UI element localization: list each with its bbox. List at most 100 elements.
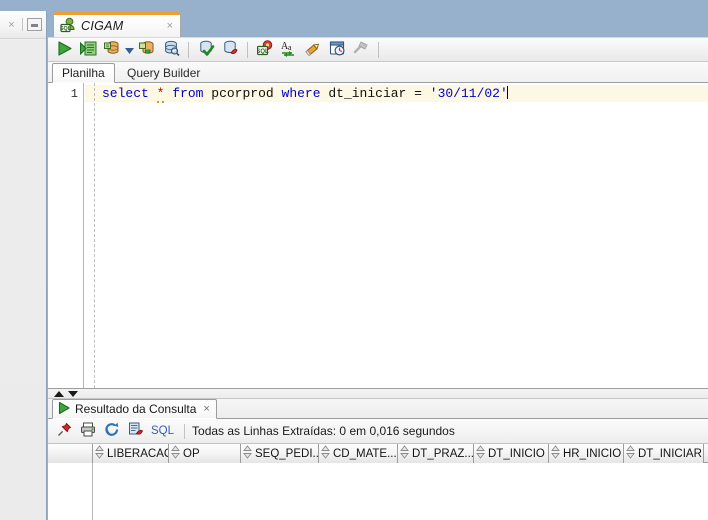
- connection-tab-label: CIGAM: [81, 19, 124, 33]
- sql-history-button[interactable]: SQL: [254, 39, 276, 60]
- results-tab-bar: Resultado da Consulta ×: [48, 399, 708, 419]
- text-caret: [506, 86, 508, 99]
- pencil-icon: [304, 40, 322, 60]
- editor-tab-bar: Planilha Query Builder: [48, 62, 708, 83]
- grid-column-header-label: SEQ_PEDI...: [255, 447, 319, 460]
- minimize-restore-icon[interactable]: [27, 18, 42, 31]
- sql-token-kw: where: [281, 86, 321, 101]
- sql-token-ident: dt_iniciar: [328, 86, 407, 101]
- database-rollback-icon: [138, 40, 156, 60]
- grid-column-header[interactable]: CD_MATE...: [319, 444, 398, 463]
- grid-column-header-label: LIBERACAO: [107, 447, 169, 460]
- pin-button[interactable]: [52, 420, 76, 442]
- database-commit-icon: [103, 40, 121, 60]
- highlight-button[interactable]: [302, 39, 324, 60]
- toolbar-separator: [188, 41, 189, 58]
- sort-updown-icon: [626, 445, 635, 462]
- sql-editor[interactable]: 1 select * from pcorprod where dt_inicia…: [48, 83, 708, 388]
- svg-text:SQL: SQL: [60, 26, 72, 32]
- tab-query-builder[interactable]: Query Builder: [118, 63, 209, 83]
- results-grid-body[interactable]: [48, 463, 708, 520]
- grid-column-header[interactable]: DT_INICIAR: [624, 444, 704, 463]
- results-tab-label: Resultado da Consulta: [75, 402, 197, 416]
- editor-code-area[interactable]: select * from pcorprod where dt_iniciar …: [85, 83, 708, 388]
- indent-guide: [94, 83, 95, 388]
- collapse-up-icon[interactable]: [54, 390, 64, 397]
- svg-text:a: a: [288, 43, 292, 52]
- results-status-text: Todas as Linhas Extraídas: 0 em 0,016 se…: [192, 424, 455, 438]
- toolbar-separator: [378, 41, 379, 58]
- grid-column-header-label: DT_PRAZ...: [412, 447, 474, 460]
- editor-results-splitter[interactable]: [48, 388, 708, 399]
- svg-text:SQL: SQL: [257, 48, 269, 54]
- run-script-button[interactable]: [77, 39, 99, 60]
- autotrace-button[interactable]: [195, 39, 217, 60]
- close-icon[interactable]: ×: [167, 20, 180, 32]
- rollback-button[interactable]: [136, 39, 158, 60]
- blue-refresh-icon: [104, 422, 120, 440]
- commit-button[interactable]: [101, 39, 123, 60]
- close-icon[interactable]: ×: [203, 403, 209, 415]
- format-case-button[interactable]: A a: [278, 39, 300, 60]
- chevron-down-icon: [125, 43, 134, 57]
- sql-token-kw: from: [172, 86, 204, 101]
- clear-results-button[interactable]: [124, 420, 148, 442]
- schedule-button[interactable]: [326, 39, 348, 60]
- grid-column-header[interactable]: OP: [169, 444, 241, 463]
- green-play-triangle-icon: [57, 401, 71, 418]
- results-pane: Resultado da Consulta × SQL Todas as Lin…: [48, 399, 708, 520]
- execute-statement-button[interactable]: [53, 39, 75, 60]
- printer-icon: [80, 422, 96, 440]
- sql-token-ident: pcorprod: [211, 86, 274, 101]
- commit-dropdown-arrow[interactable]: [124, 39, 135, 60]
- sql-token-op: [274, 86, 282, 101]
- line-number: 1: [70, 87, 78, 101]
- print-button[interactable]: [76, 420, 100, 442]
- snippets-button[interactable]: [350, 39, 372, 60]
- clear-grid-icon: [128, 422, 144, 440]
- sort-updown-icon: [171, 445, 180, 462]
- grid-column-header[interactable]: SEQ_PEDI...: [241, 444, 319, 463]
- clock-window-icon: [329, 40, 346, 60]
- connection-tab-bar: SQL CIGAM ×: [48, 11, 708, 37]
- grid-column-header-label: OP: [183, 447, 200, 460]
- application-window: × SQL CIGAM × SQL A a Planilha Query Bui…: [0, 0, 708, 520]
- close-icon[interactable]: ×: [3, 19, 20, 31]
- collapse-down-icon[interactable]: [68, 390, 78, 397]
- sql-token-op: [149, 86, 157, 101]
- sort-updown-icon: [400, 445, 409, 462]
- database-check-icon: [198, 40, 215, 60]
- sql-worksheet-toolbar: SQL A a: [48, 37, 708, 62]
- sort-updown-icon: [476, 445, 485, 462]
- grid-column-header-label: DT_INICIO: [488, 447, 545, 460]
- sql-statement-text[interactable]: select * from pcorprod where dt_iniciar …: [102, 86, 508, 103]
- grid-column-header[interactable]: DT_INICIO: [474, 444, 549, 463]
- grid-column-header[interactable]: LIBERACAO: [93, 444, 169, 463]
- main-window: SQL CIGAM × SQL A a Planilha Query Build…: [48, 11, 708, 520]
- database-magnifier-icon: [163, 40, 180, 60]
- grid-column-header-label: DT_INICIAR: [638, 447, 702, 460]
- grid-column-header[interactable]: HR_INICIO: [549, 444, 624, 463]
- toolbar-separator: [247, 41, 248, 58]
- sql-gear-icon: SQL: [256, 39, 274, 60]
- sql-link[interactable]: SQL: [151, 425, 174, 437]
- clear-button[interactable]: [219, 39, 241, 60]
- results-grid[interactable]: LIBERACAO OP SEQ_PEDI... CD_MATE... DT_PRAZ.…: [48, 444, 708, 520]
- grid-column-header[interactable]: DT_PRAZ...: [398, 444, 474, 463]
- left-dock-panel-header: ×: [0, 11, 46, 39]
- toolbar-separator: [184, 423, 186, 439]
- sql-token-op: =: [406, 86, 430, 101]
- left-dock-panel: ×: [0, 11, 47, 520]
- grid-row-header-column: [48, 463, 93, 520]
- sql-token-str: '30/11/02': [429, 86, 508, 101]
- connection-tab-cigam[interactable]: SQL CIGAM ×: [53, 12, 181, 37]
- explain-plan-button[interactable]: [160, 39, 182, 60]
- refresh-button[interactable]: [100, 420, 124, 442]
- sort-updown-icon: [321, 445, 330, 462]
- tab-resultado-da-consulta[interactable]: Resultado da Consulta ×: [52, 399, 217, 419]
- tab-planilha[interactable]: Planilha: [52, 63, 115, 83]
- red-pushpin-icon: [57, 422, 72, 440]
- editor-gutter: 1: [48, 83, 84, 388]
- sort-updown-icon: [243, 445, 252, 462]
- sql-token-kw: select: [102, 86, 149, 101]
